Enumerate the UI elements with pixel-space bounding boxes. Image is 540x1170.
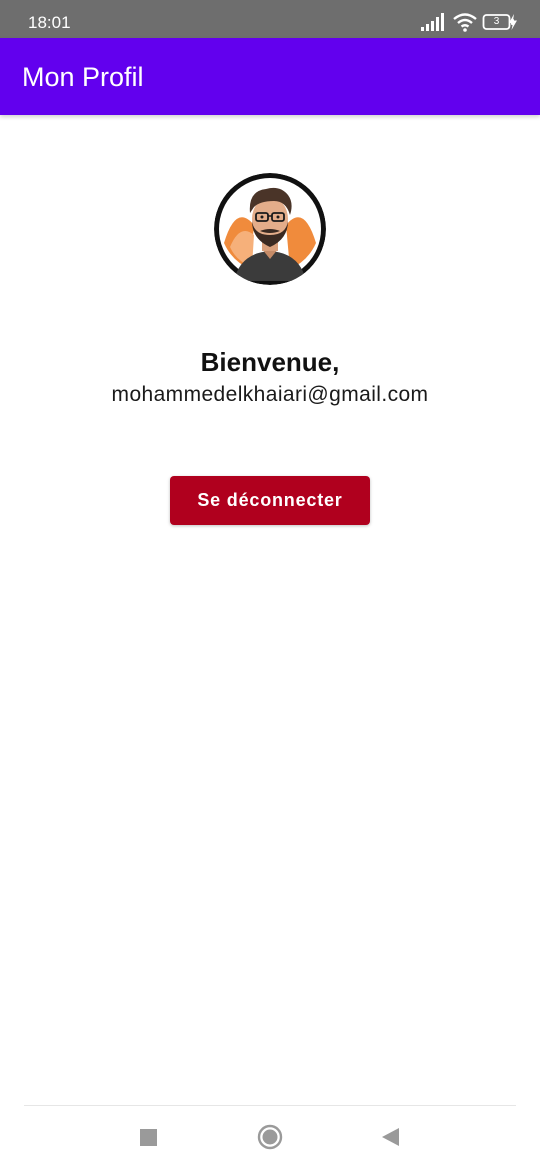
app-bar: Mon Profil [0, 38, 540, 115]
status-icons: 3 [420, 12, 517, 34]
recent-apps-icon[interactable] [134, 1122, 162, 1150]
logout-button[interactable]: Se déconnecter [170, 476, 370, 525]
battery-level: 3 [493, 16, 500, 27]
profile-avatar [214, 173, 326, 285]
back-icon[interactable] [376, 1122, 404, 1150]
welcome-heading: Bienvenue, [200, 347, 340, 377]
page-title: Mon Profil [22, 62, 144, 92]
user-email: mohammedelkhaiari@gmail.com [111, 383, 429, 406]
wifi-icon [453, 13, 477, 32]
charging-icon [509, 14, 517, 30]
navigation-bar [0, 1106, 540, 1170]
home-icon[interactable] [256, 1122, 284, 1150]
status-bar: 18:01 3 [0, 0, 540, 38]
signal-icon [421, 13, 444, 31]
status-time: 18:01 [28, 13, 71, 32]
